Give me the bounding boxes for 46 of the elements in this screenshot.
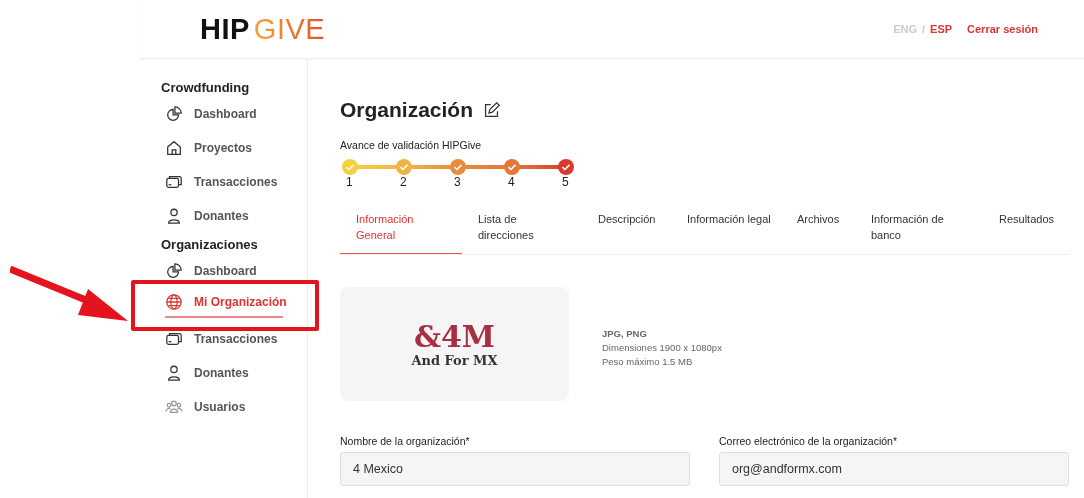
sidebar-item[interactable]: Dashboard — [165, 254, 283, 288]
field-label: Correo electrónico de la organización* — [719, 435, 899, 447]
field-label: Nombre de la organización* — [340, 435, 471, 447]
pie-chart-icon — [165, 262, 183, 280]
section-title: Crowdfunding — [161, 79, 251, 97]
tab[interactable]: Resultados — [983, 211, 1053, 254]
page-title: Organización — [340, 98, 474, 122]
step-number: 2 — [400, 175, 407, 189]
tab[interactable]: Información General — [340, 211, 462, 254]
sidebar-item[interactable]: Dashboard — [165, 97, 283, 131]
logo-preview[interactable]: &4M And For MX — [340, 287, 569, 401]
progress-label: Avance de validación HIPGive — [340, 139, 483, 151]
logo-text: HIP — [200, 12, 250, 46]
input-field[interactable]: org@andformx.com — [719, 452, 1069, 486]
step-number: 5 — [562, 175, 569, 189]
sidebar-item[interactable]: Donantes — [165, 199, 283, 233]
step-number: 1 — [346, 175, 353, 189]
logout-link[interactable]: Cerrar sesión — [967, 23, 1038, 35]
sidebar-item[interactable]: Transacciones — [165, 165, 283, 199]
edit-icon[interactable] — [483, 101, 501, 119]
tab[interactable]: Lista de direcciones — [462, 211, 582, 254]
size-text: Peso máximo 1.5 MB — [602, 355, 694, 369]
tab[interactable]: Información de banco — [855, 211, 983, 254]
users-icon — [165, 398, 183, 416]
globe-icon — [165, 293, 183, 311]
separator-text: / — [922, 23, 926, 35]
tab[interactable]: Descripción — [582, 211, 671, 254]
step-number: 4 — [508, 175, 515, 189]
step-number: 3 — [454, 175, 461, 189]
sidebar-item[interactable]: Proyectos — [165, 131, 283, 165]
person-icon — [165, 207, 183, 225]
language-link[interactable]: ESP — [930, 23, 953, 35]
pie-chart-icon — [165, 105, 183, 123]
person-icon — [165, 364, 183, 382]
tab[interactable]: Información legal — [671, 211, 781, 254]
dimensions-text: Dimensiones 1900 x 1080px — [602, 341, 722, 355]
format-text: JPG, PNG — [602, 327, 648, 341]
sidebar-item[interactable]: Usuarios — [165, 390, 283, 424]
input-field[interactable]: 4 Mexico — [340, 452, 690, 486]
section-title: Organizaciones — [161, 236, 259, 254]
card-icon — [165, 330, 183, 348]
card-icon — [165, 173, 183, 191]
sidebar-item[interactable]: Donantes — [165, 356, 283, 390]
tab[interactable]: Archivos — [781, 211, 855, 254]
house-icon — [165, 139, 183, 157]
sidebar-item[interactable]: Transacciones — [165, 322, 283, 356]
